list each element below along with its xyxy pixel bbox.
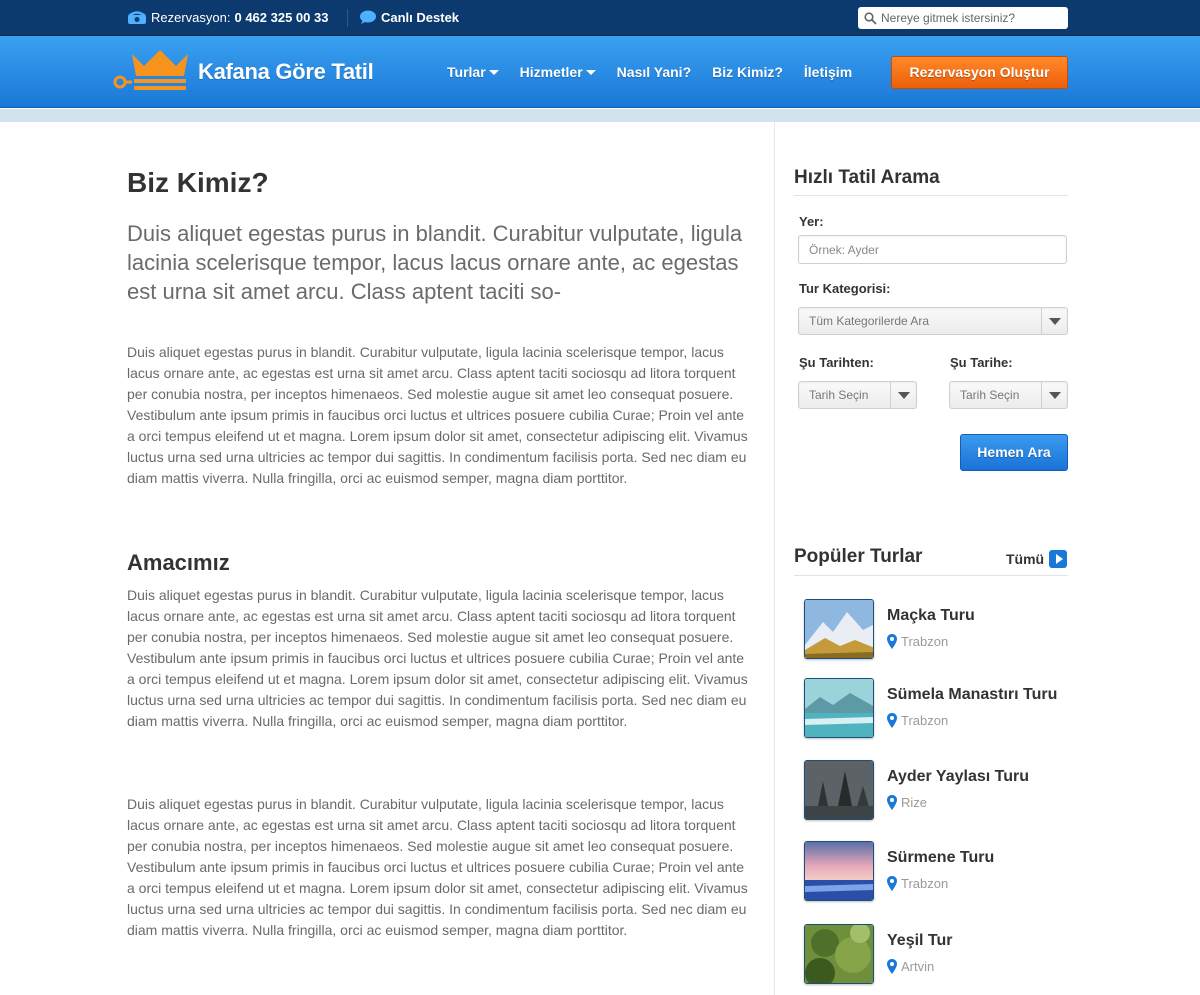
topbar-divider [347, 9, 348, 27]
category-label: Tur Kategorisi: [799, 281, 891, 296]
lead-paragraph: Duis aliquet egestas purus in blandit. C… [127, 221, 743, 304]
site-logo[interactable]: Kafana Göre Tatil [112, 48, 374, 96]
map-pin-icon [887, 876, 897, 891]
to-date-label: Şu Tarihe: [950, 355, 1013, 370]
tour-item[interactable]: Sümela Manastırı Turu Trabzon [804, 678, 1068, 740]
tour-location-text: Rize [901, 795, 928, 810]
tour-thumbnail-green[interactable] [804, 924, 874, 984]
tour-location-text: Trabzon [901, 713, 949, 728]
tour-name[interactable]: Sümela Manastırı Turu [887, 686, 1057, 704]
quick-search-rule [794, 195, 1068, 196]
phone-icon [128, 10, 146, 24]
popular-tours-rule [794, 575, 1068, 576]
category-value: Tüm Kategorilerde Ara [809, 314, 930, 328]
tour-item[interactable]: Maçka Turu Trabzon [804, 599, 1068, 661]
map-pin-icon [887, 795, 897, 810]
play-arrow-icon [1049, 550, 1068, 568]
caret-down-icon [585, 69, 596, 75]
nav-item-iletisim[interactable]: İletişim [804, 64, 852, 80]
nav-label: İletişim [803, 64, 853, 80]
tour-location-text: Artvin [901, 959, 935, 974]
tour-location-text: Trabzon [901, 876, 949, 891]
live-support-label: Canlı Destek [381, 10, 460, 25]
popular-tours-title: Popüler Turlar [794, 546, 923, 567]
body-paragraph-1: Duis aliquet egestas purus in blandit. C… [127, 344, 748, 486]
top-search-box[interactable] [858, 7, 1068, 29]
main-nav: Turlar Hizmetler Nasıl Yani? Biz Kimiz? … [447, 64, 873, 80]
map-pin-icon [887, 713, 897, 728]
nav-label: Hizmetler [519, 64, 583, 80]
nav-label: Biz Kimiz? [712, 64, 783, 80]
caret-down-icon [488, 69, 499, 75]
phone-info: Rezervasyon: 0 462 325 00 33 [127, 10, 328, 25]
logo-text: Kafana Göre Tatil [198, 59, 374, 84]
map-pin-icon [887, 634, 897, 649]
place-input[interactable]: Örnek: Ayder [798, 235, 1067, 264]
dropdown-arrow-icon [1041, 382, 1067, 408]
from-date-select[interactable]: Tarih Seçin [798, 381, 917, 409]
to-date-select[interactable]: Tarih Seçin [949, 381, 1068, 409]
nav-label: Turlar [447, 64, 486, 80]
page-title: Biz Kimiz? [127, 167, 269, 198]
tour-name[interactable]: Ayder Yaylası Turu [887, 768, 1029, 786]
body-paragraph-3: Duis aliquet egestas purus in blandit. C… [127, 796, 748, 938]
tour-thumbnail-forest[interactable] [804, 760, 874, 820]
phone-number[interactable]: 0 462 325 00 33 [234, 10, 328, 25]
header-strip [0, 109, 1200, 122]
tour-item[interactable]: Yeşil Tur Artvin [804, 924, 1068, 986]
nav-label: Nasıl Yani? [616, 64, 692, 80]
section-title: Amacımız [127, 550, 230, 575]
view-all-label: Tümü [1006, 551, 1045, 567]
tour-thumbnail-sunset[interactable] [804, 841, 874, 901]
view-all-link[interactable]: Tümü [1006, 550, 1068, 568]
search-icon [864, 11, 877, 25]
from-date-value: Tarih Seçin [809, 388, 869, 402]
nav-item-biz-kimiz[interactable]: Biz Kimiz? [712, 64, 783, 80]
tour-location-text: Trabzon [901, 634, 949, 649]
tour-name[interactable]: Maçka Turu [887, 607, 975, 625]
to-date-value: Tarih Seçin [960, 388, 1020, 402]
nav-item-turlar[interactable]: Turlar [447, 64, 499, 80]
body-paragraph-2: Duis aliquet egestas purus in blandit. C… [127, 587, 748, 729]
sidebar-divider [774, 122, 775, 995]
dropdown-arrow-icon [1041, 308, 1067, 334]
nav-item-nasil-yani[interactable]: Nasıl Yani? [617, 64, 691, 80]
tour-item[interactable]: Sürmene Turu Trabzon [804, 841, 1068, 903]
tour-location: Trabzon [887, 876, 948, 891]
crown-logo-icon [113, 50, 188, 90]
tour-item[interactable]: Ayder Yaylası Turu Rize [804, 760, 1068, 822]
category-select[interactable]: Tüm Kategorilerde Ara [798, 307, 1068, 335]
top-bar: Rezervasyon: 0 462 325 00 33 Canlı Deste… [0, 0, 1200, 36]
search-input[interactable] [881, 11, 1061, 25]
tour-location: Trabzon [887, 634, 948, 649]
map-pin-icon [887, 959, 897, 974]
tour-location: Trabzon [887, 713, 948, 728]
tour-name[interactable]: Yeşil Tur [887, 932, 953, 950]
tour-thumbnail-lake[interactable] [804, 678, 874, 738]
create-reservation-button[interactable]: Rezervasyon Oluştur [891, 56, 1068, 89]
nav-item-hizmetler[interactable]: Hizmetler [520, 64, 596, 80]
tour-thumbnail-mountain[interactable] [804, 599, 874, 659]
place-label: Yer: [799, 214, 824, 229]
chat-bubble-icon [360, 10, 376, 24]
live-support-link[interactable]: Canlı Destek [359, 10, 459, 25]
phone-label: Rezervasyon: [151, 10, 231, 25]
quick-search-title: Hızlı Tatil Arama [794, 167, 940, 188]
search-now-button[interactable]: Hemen Ara [960, 434, 1068, 471]
main-header: Kafana Göre Tatil Turlar Hizmetler Nasıl… [0, 36, 1200, 108]
tour-name[interactable]: Sürmene Turu [887, 849, 994, 867]
tour-location: Rize [887, 795, 927, 810]
tour-location: Artvin [887, 959, 934, 974]
dropdown-arrow-icon [890, 382, 916, 408]
from-date-label: Şu Tarihten: [799, 355, 874, 370]
